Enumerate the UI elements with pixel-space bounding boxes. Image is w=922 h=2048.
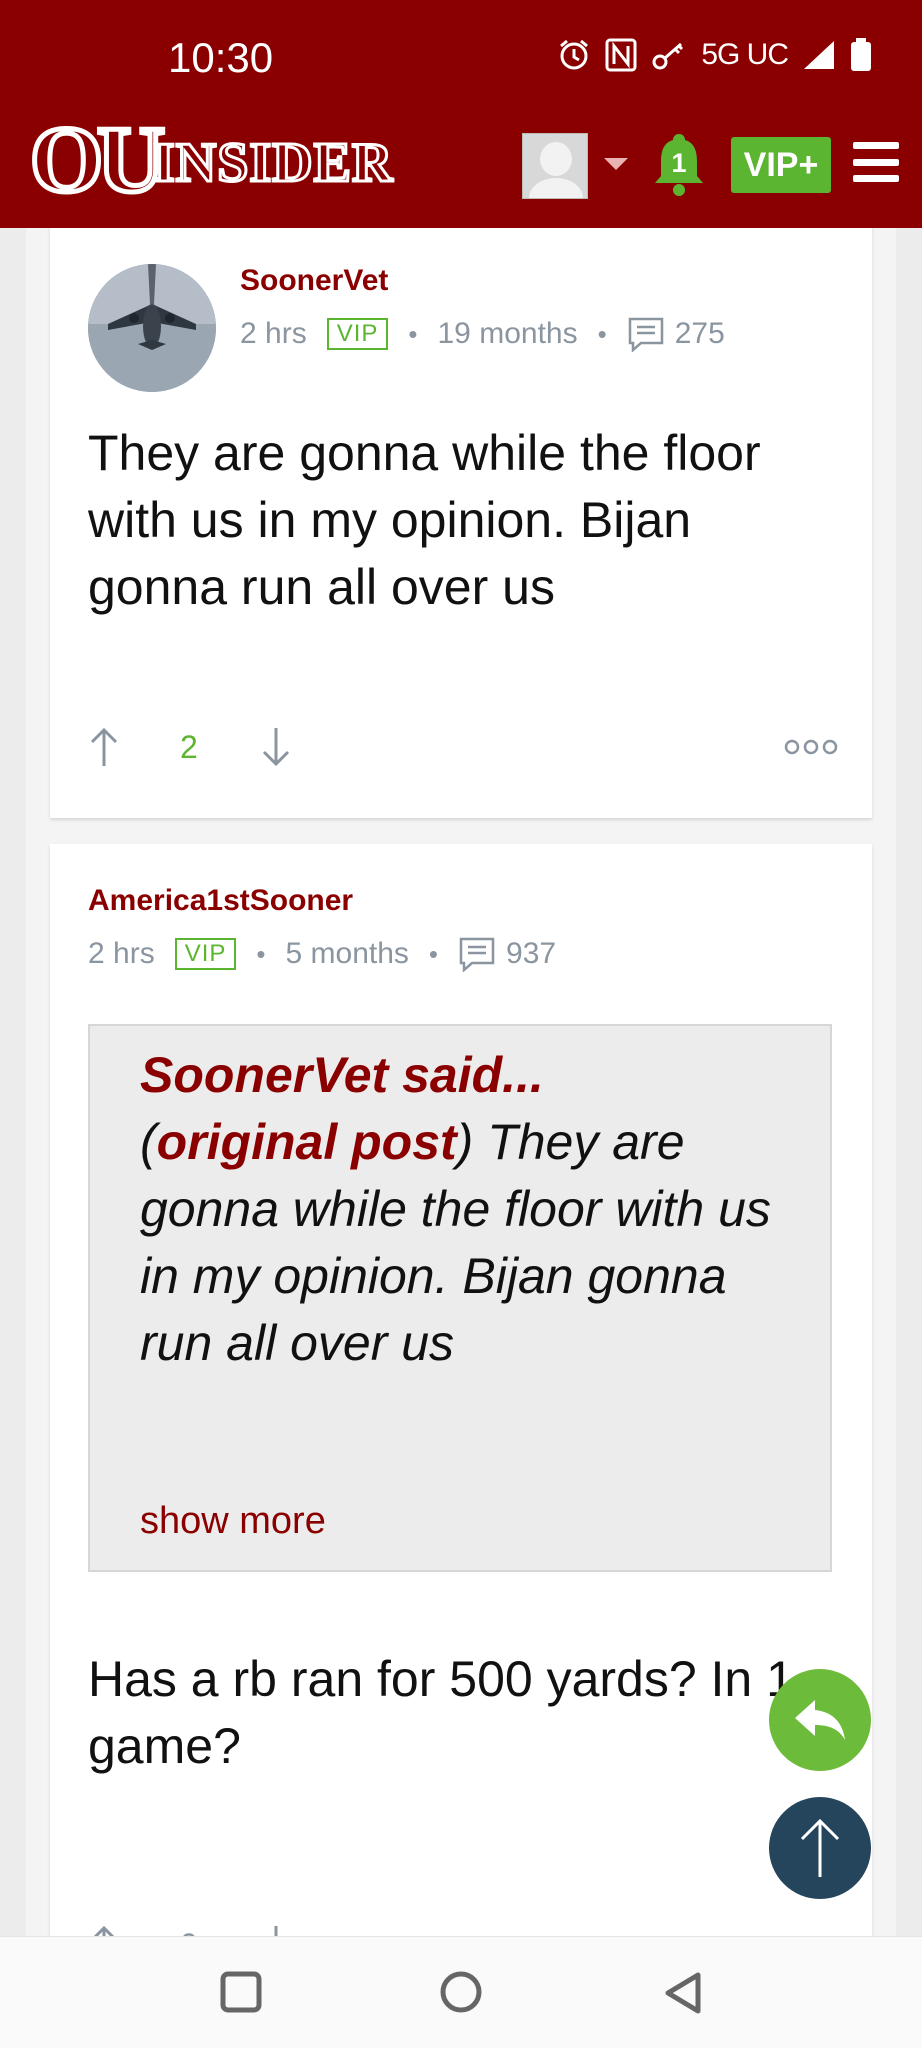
home-icon[interactable] bbox=[440, 1971, 482, 2013]
alarm-icon bbox=[557, 38, 591, 72]
quote-link-paren-open: ( bbox=[140, 1114, 157, 1170]
vote-count: 0 bbox=[180, 1927, 198, 1937]
show-more-link[interactable]: show more bbox=[140, 1500, 326, 1543]
hamburger-menu-icon[interactable] bbox=[853, 142, 899, 182]
membership-length: 5 months bbox=[285, 937, 409, 970]
quote-link-paren-close: ) bbox=[456, 1114, 474, 1170]
vip-plus-button[interactable]: VIP+ bbox=[731, 137, 831, 193]
meta-separator: • bbox=[256, 938, 266, 969]
post-author-link[interactable]: SoonerVet bbox=[240, 264, 388, 298]
post-body: Has a rb ran for 500 yards? In 1 game? bbox=[88, 1651, 794, 1774]
comment-icon bbox=[459, 937, 495, 972]
logo-ou-text: OU bbox=[28, 108, 168, 212]
back-icon[interactable] bbox=[662, 1971, 704, 2015]
chevron-down-icon[interactable] bbox=[604, 158, 628, 170]
post-author-link[interactable]: America1stSooner bbox=[88, 884, 353, 918]
logo-insider-text: INSIDER bbox=[151, 131, 394, 196]
status-icons: 5G UC bbox=[557, 38, 872, 72]
membership-length: 19 months bbox=[437, 317, 578, 350]
meta-separator: • bbox=[428, 938, 439, 969]
vote-row: 2 bbox=[88, 726, 838, 768]
reply-button[interactable] bbox=[769, 1669, 871, 1771]
thread-page: SoonerVet 2 hrs VIP • 19 months • 275 Th… bbox=[26, 228, 896, 1936]
avatar-head-shape bbox=[540, 142, 572, 176]
network-label: 5G UC bbox=[701, 38, 789, 71]
comment-icon bbox=[628, 317, 663, 352]
upvote-arrow-icon[interactable] bbox=[88, 726, 120, 768]
status-time: 10:30 bbox=[168, 34, 274, 81]
post-body: They are gonna while the floor with us i… bbox=[88, 425, 761, 615]
user-avatar[interactable] bbox=[88, 264, 216, 392]
top-bar: 10:30 5G UC OU INSIDER 1 VIP+ bbox=[0, 0, 922, 228]
post-count: 937 bbox=[506, 937, 557, 970]
meta-separator: • bbox=[408, 318, 418, 349]
more-options-icon[interactable] bbox=[784, 737, 838, 757]
downvote-arrow-icon[interactable] bbox=[260, 1924, 292, 1936]
key-icon bbox=[651, 38, 687, 72]
profile-avatar-button[interactable] bbox=[522, 133, 588, 199]
nfc-icon bbox=[605, 38, 637, 72]
post-time: 2 hrs bbox=[88, 937, 155, 970]
downvote-arrow-icon[interactable] bbox=[260, 726, 292, 768]
arrow-up-icon bbox=[800, 1818, 840, 1877]
recent-apps-icon[interactable] bbox=[220, 1971, 262, 2013]
vip-badge: VIP bbox=[326, 318, 389, 350]
reply-icon bbox=[795, 1700, 845, 1740]
post-count-group: 275 bbox=[627, 316, 725, 352]
upvote-arrow-icon[interactable] bbox=[88, 1924, 120, 1936]
meta-separator: • bbox=[597, 318, 607, 349]
notification-count: 1 bbox=[671, 148, 687, 178]
post-count: 275 bbox=[674, 317, 725, 350]
vip-badge: VIP bbox=[174, 938, 237, 970]
system-navigation-bar bbox=[0, 1936, 922, 2048]
quote-author: SoonerVet said... bbox=[140, 1047, 544, 1103]
notifications-button[interactable]: 1 bbox=[650, 130, 708, 198]
vote-row: 0 bbox=[88, 1924, 838, 1936]
quote-text: SoonerVet said... (original post) They a… bbox=[140, 1042, 780, 1377]
post-count-group: 937 bbox=[458, 936, 556, 972]
post-meta: 2 hrs VIP • 19 months • 275 bbox=[240, 316, 725, 352]
jet-aircraft-image bbox=[88, 264, 216, 392]
post-meta: 2 hrs VIP • 5 months • 937 bbox=[88, 936, 556, 972]
post-time: 2 hrs bbox=[240, 317, 307, 350]
post-card: SoonerVet 2 hrs VIP • 19 months • 275 Th… bbox=[50, 228, 872, 818]
original-post-link[interactable]: original post bbox=[157, 1114, 457, 1170]
avatar-body-shape bbox=[529, 178, 583, 198]
battery-icon bbox=[850, 38, 872, 72]
post-card: America1stSooner 2 hrs VIP • 5 months • … bbox=[50, 844, 872, 1936]
quote-block: SoonerVet said... (original post) They a… bbox=[88, 1024, 832, 1572]
ou-insider-logo[interactable]: OU INSIDER bbox=[28, 108, 394, 212]
scroll-to-top-button[interactable] bbox=[769, 1797, 871, 1899]
signal-icon bbox=[802, 39, 836, 71]
vote-count: 2 bbox=[180, 728, 198, 765]
